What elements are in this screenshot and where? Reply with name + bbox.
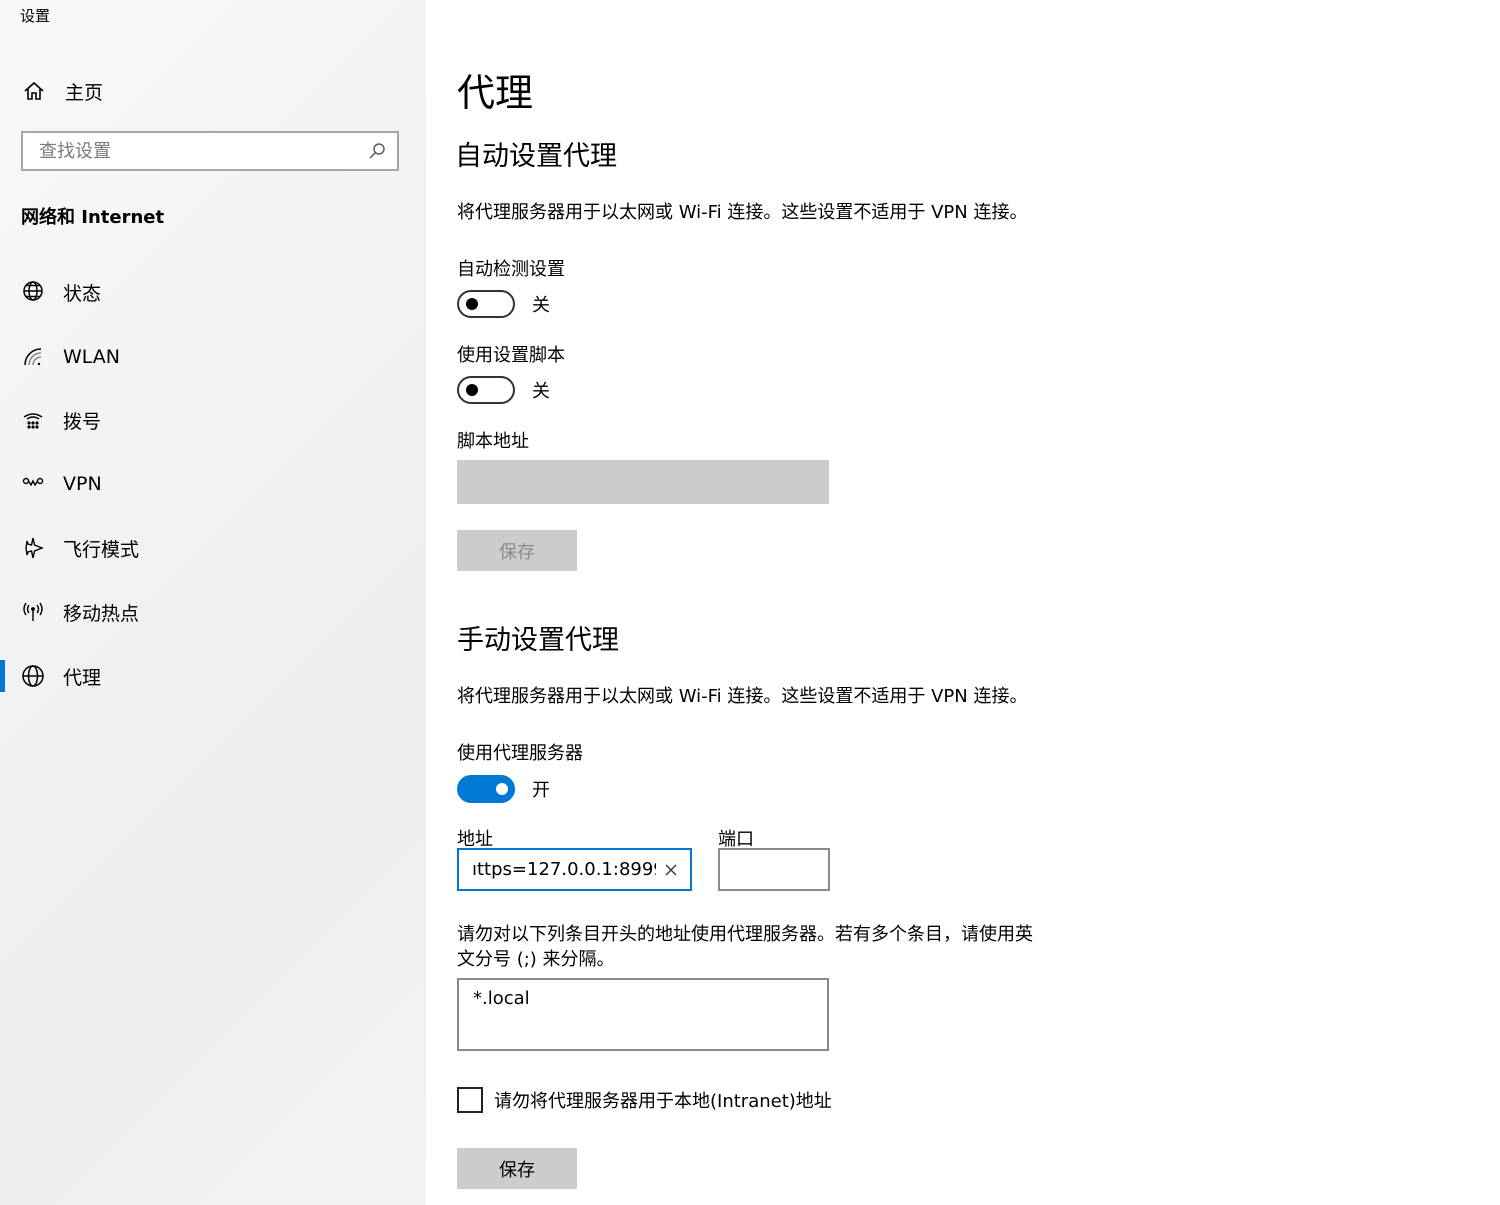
sidebar-item-status[interactable]: 状态 [0,269,426,315]
script-address-label: 脚本地址 [457,431,529,452]
script-address-input [457,460,829,504]
auto-detect-row: 关 [457,290,550,318]
vpn-icon [20,471,46,497]
auto-save-button: 保存 [457,530,577,571]
use-proxy-row: 开 [457,775,550,803]
sidebar-item-airplane-mode[interactable]: 飞行模式 [0,525,426,571]
bypass-local-checkbox[interactable] [457,1087,483,1113]
setup-script-state: 关 [532,381,550,402]
toggle-knob [496,783,508,795]
use-proxy-toggle[interactable] [457,775,515,803]
search-box[interactable] [21,131,399,171]
sidebar: 设置 主页 网络和 Internet 状态 W [0,0,426,1205]
use-proxy-state: 开 [532,780,550,801]
search-input[interactable] [37,139,366,163]
sidebar-item-hotspot[interactable]: 移动热点 [0,589,426,635]
manual-proxy-description: 将代理服务器用于以太网或 Wi-Fi 连接。这些设置不适用于 VPN 连接。 [457,686,1028,707]
sidebar-item-wlan[interactable]: WLAN [0,334,426,380]
auto-proxy-description: 将代理服务器用于以太网或 Wi-Fi 连接。这些设置不适用于 VPN 连接。 [457,202,1028,223]
clear-icon[interactable] [656,855,686,885]
toggle-knob [466,384,478,396]
exceptions-textarea[interactable]: *.local [457,978,829,1051]
dialup-icon [20,407,46,433]
search-icon[interactable] [366,140,388,162]
manual-save-button[interactable]: 保存 [457,1148,577,1189]
globe-icon [20,663,46,689]
bypass-local-label: 请勿将代理服务器用于本地(Intranet)地址 [494,1091,832,1112]
proxy-address-input[interactable]: ıttps=127.0.0.1:8999 [457,848,692,891]
auto-detect-label: 自动检测设置 [457,259,565,280]
bypass-local-row[interactable]: 请勿将代理服务器用于本地(Intranet)地址 [457,1087,832,1113]
airplane-icon [20,535,46,561]
wifi-icon [20,344,46,370]
app-title: 设置 [20,7,51,25]
sidebar-item-dialup[interactable]: 拨号 [0,397,426,443]
home-label: 主页 [65,81,104,104]
toggle-knob [466,298,478,310]
sidebar-item-proxy[interactable]: 代理 [0,653,426,699]
exceptions-help-line2: 文分号 (;) 来分隔。 [457,949,615,970]
manual-proxy-heading: 手动设置代理 [457,625,619,656]
setup-script-toggle[interactable] [457,376,515,404]
sidebar-item-label: 飞行模式 [63,538,140,561]
setup-script-label: 使用设置脚本 [457,345,565,366]
proxy-address-value: ıttps=127.0.0.1:8999 [472,859,656,880]
sidebar-item-vpn[interactable]: VPN [0,461,426,507]
section-title: 网络和 Internet [21,207,165,228]
home-icon [20,77,48,105]
sidebar-item-label: WLAN [63,346,121,368]
auto-proxy-heading: 自动设置代理 [455,141,617,172]
sidebar-item-label: 拨号 [63,410,102,433]
auto-detect-state: 关 [532,295,550,316]
sidebar-item-label: 移动热点 [63,602,140,625]
use-proxy-label: 使用代理服务器 [457,743,583,764]
page-title: 代理 [457,71,534,115]
exceptions-help-line1: 请勿对以下列条目开头的地址使用代理服务器。若有多个条目，请使用英 [457,924,1033,945]
home-nav[interactable]: 主页 [20,76,103,106]
sidebar-item-label: 代理 [63,666,102,689]
proxy-port-input[interactable] [718,848,830,891]
sidebar-item-label: 状态 [63,282,102,305]
main-content: 代理 自动设置代理 将代理服务器用于以太网或 Wi-Fi 连接。这些设置不适用于… [426,0,1500,1205]
setup-script-row: 关 [457,376,550,404]
auto-detect-toggle[interactable] [457,290,515,318]
hotspot-icon [20,599,46,625]
status-globe-icon [20,279,46,305]
sidebar-item-label: VPN [63,473,102,495]
